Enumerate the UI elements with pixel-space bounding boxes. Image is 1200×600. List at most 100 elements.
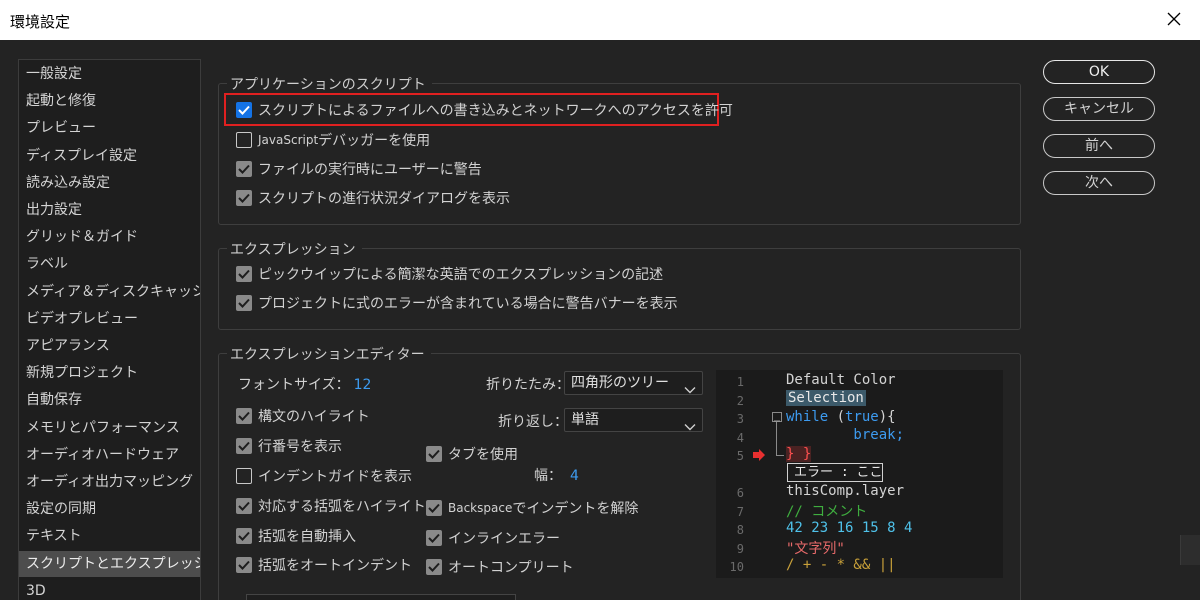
sidebar-item[interactable]: オーディオハードウェア xyxy=(19,442,200,468)
checkbox-label-prefix: Backspace xyxy=(448,501,513,515)
backspace-unindent-checkbox[interactable]: Backspace でインデントを解除 xyxy=(426,498,638,518)
checkbox-label: でインデントを解除 xyxy=(512,501,639,517)
autocomplete-checkbox[interactable]: オートコンプリート xyxy=(426,557,574,577)
font-size-value[interactable]: 12 xyxy=(354,377,372,393)
code-paren: ){ xyxy=(878,409,896,425)
ok-button[interactable]: OK xyxy=(1043,60,1155,84)
auto-bracket-checkbox[interactable]: 括弧を自動挿入 xyxy=(236,526,356,546)
keyword-sample: while xyxy=(786,409,829,425)
sidebar-item[interactable]: 一般設定 xyxy=(19,61,200,87)
checkbox-checked-icon xyxy=(236,498,252,514)
folding-select-value: 四角形のツリー xyxy=(571,375,669,391)
checkbox-checked-icon xyxy=(236,190,252,206)
checkbox-label: ピックウイップによる簡潔な英語でのエクスプレッションの記述 xyxy=(258,267,664,283)
wrap-label: 折り返し： xyxy=(498,414,568,430)
sidebar-item[interactable]: ビデオプレビュー xyxy=(19,306,200,332)
sidebar-item[interactable]: スクリプトとエクスプレッション xyxy=(19,550,200,577)
checkbox-label: ファイルの実行時にユーザーに警告 xyxy=(258,162,482,178)
sidebar-item[interactable]: ラベル xyxy=(19,251,200,277)
sidebar-item[interactable]: 3D xyxy=(19,578,200,600)
inline-errors-checkbox[interactable]: インラインエラー xyxy=(426,528,560,548)
code-line: Default Color xyxy=(786,372,896,388)
bracket-highlight-checkbox[interactable]: 対応する括弧をハイライト xyxy=(236,496,426,516)
boolean-sample: true xyxy=(845,409,879,425)
line-number: 8 xyxy=(736,523,744,537)
line-number: 5 xyxy=(736,449,744,463)
checkbox-label: 構文のハイライト xyxy=(258,409,370,425)
tab-width-label: 幅： 4 xyxy=(534,465,579,485)
sidebar-item[interactable]: 読み込み設定 xyxy=(19,170,200,196)
checkbox-unchecked-icon xyxy=(236,468,252,484)
checkbox-label: デバッガーを使用 xyxy=(318,133,431,149)
chevron-down-icon xyxy=(684,416,696,438)
sidebar-item[interactable]: 設定の同期 xyxy=(19,496,200,522)
syntax-highlight-checkbox[interactable]: 構文のハイライト xyxy=(236,406,370,426)
checkbox-unchecked-icon xyxy=(236,132,252,148)
expression-group xyxy=(218,248,1021,330)
use-tabs-checkbox[interactable]: タブを使用 xyxy=(426,444,518,464)
checkbox-checked-icon xyxy=(236,266,252,282)
partial-control[interactable] xyxy=(246,594,516,600)
warn-on-file-execution-checkbox[interactable]: ファイルの実行時にユーザーに警告 xyxy=(236,159,482,179)
line-number: 3 xyxy=(736,412,744,426)
pickwhip-english-checkbox[interactable]: ピックウイップによる簡潔な英語でのエクスプレッションの記述 xyxy=(236,264,663,284)
checkbox-label: 括弧を自動挿入 xyxy=(258,529,356,545)
tab-width-label-text: 幅： xyxy=(534,468,562,484)
checkbox-label: オートコンプリート xyxy=(448,560,574,576)
expression-editor-group-title: エクスプレッションエディター xyxy=(227,344,431,364)
allow-scripts-write-checkbox[interactable]: スクリプトによるファイルへの書き込みとネットワークへのアクセスを許可 xyxy=(236,100,733,120)
sidebar-item[interactable]: 起動と修復 xyxy=(19,88,200,114)
checkbox-label: スクリプトによるファイルへの書き込みとネットワークへのアクセスを許可 xyxy=(258,103,733,119)
folding-label: 折りたたみ： xyxy=(486,377,570,393)
checkbox-checked-icon xyxy=(236,528,252,544)
line-number: 10 xyxy=(729,560,744,574)
sidebar-item[interactable]: 自動保存 xyxy=(19,387,200,413)
auto-indent-checkbox[interactable]: 括弧をオートインデント xyxy=(236,555,412,575)
line-number: 2 xyxy=(736,394,744,408)
sidebar-item[interactable]: メディア＆ディスクキャッシュ xyxy=(19,279,200,305)
sidebar-item[interactable]: アピアランス xyxy=(19,333,200,359)
window-title: 環境設定 xyxy=(10,13,71,31)
checkbox-label: 対応する括弧をハイライト xyxy=(258,499,426,515)
line-number: 1 xyxy=(736,375,744,389)
cancel-button[interactable]: キャンセル xyxy=(1043,97,1155,121)
line-numbers-checkbox[interactable]: 行番号を表示 xyxy=(236,436,342,456)
sidebar-item[interactable]: オーディオ出力マッピング xyxy=(19,469,200,495)
wrap-select[interactable]: 単語 xyxy=(564,408,703,432)
sidebar-item[interactable]: グリッド＆ガイド xyxy=(19,224,200,250)
next-button[interactable]: 次へ xyxy=(1043,171,1155,195)
checkbox-label: スクリプトの進行状況ダイアログを表示 xyxy=(258,191,510,207)
preferences-category-list[interactable]: 一般設定 起動と修復 プレビュー ディスプレイ設定 読み込み設定 出力設定 グリッド＆ガイド… xyxy=(18,59,201,600)
selection-sample: Selection xyxy=(786,390,866,406)
checkbox-checked-icon xyxy=(236,161,252,177)
script-progress-dialog-checkbox[interactable]: スクリプトの進行状況ダイアログを表示 xyxy=(236,188,510,208)
line-number: 9 xyxy=(736,542,744,556)
sidebar-item[interactable]: 新規プロジェクト xyxy=(19,360,200,386)
tab-width-value[interactable]: 4 xyxy=(570,468,579,484)
sidebar-item[interactable]: プレビュー xyxy=(19,115,200,141)
fold-toggle-icon[interactable] xyxy=(772,412,782,422)
previous-button[interactable]: 前へ xyxy=(1043,134,1155,158)
checkbox-label-prefix: JavaScript xyxy=(258,133,319,147)
operator-sample: / + - * && || xyxy=(786,557,896,573)
code-paren: ( xyxy=(828,409,846,425)
folding-select[interactable]: 四角形のツリー xyxy=(564,371,703,395)
sidebar-item[interactable]: テキスト xyxy=(19,523,200,549)
sidebar-item[interactable]: 出力設定 xyxy=(19,197,200,223)
error-line: } } xyxy=(786,446,812,462)
javascript-debugger-checkbox[interactable]: JavaScript デバッガーを使用 xyxy=(236,130,430,150)
sidebar-item[interactable]: メモリとパフォーマンス xyxy=(19,415,200,441)
string-sample: "文字列" xyxy=(786,541,845,557)
chevron-down-icon xyxy=(684,379,696,401)
indent-guides-checkbox[interactable]: インデントガイドを表示 xyxy=(236,466,412,486)
checkbox-label: 行番号を表示 xyxy=(258,439,342,455)
expression-group-title: エクスプレッション xyxy=(227,239,362,259)
line-number: 4 xyxy=(736,431,744,445)
checkbox-label: インラインエラー xyxy=(448,531,560,547)
sidebar-item[interactable]: ディスプレイ設定 xyxy=(19,143,200,169)
edge-scrollbar[interactable] xyxy=(1180,535,1200,565)
font-size-label-text: フォントサイズ： xyxy=(238,377,350,393)
title-bar: 環境設定 xyxy=(0,0,1200,40)
error-warning-banner-checkbox[interactable]: プロジェクトに式のエラーが含まれている場合に警告バナーを表示 xyxy=(236,293,678,313)
close-icon[interactable] xyxy=(1160,4,1188,34)
